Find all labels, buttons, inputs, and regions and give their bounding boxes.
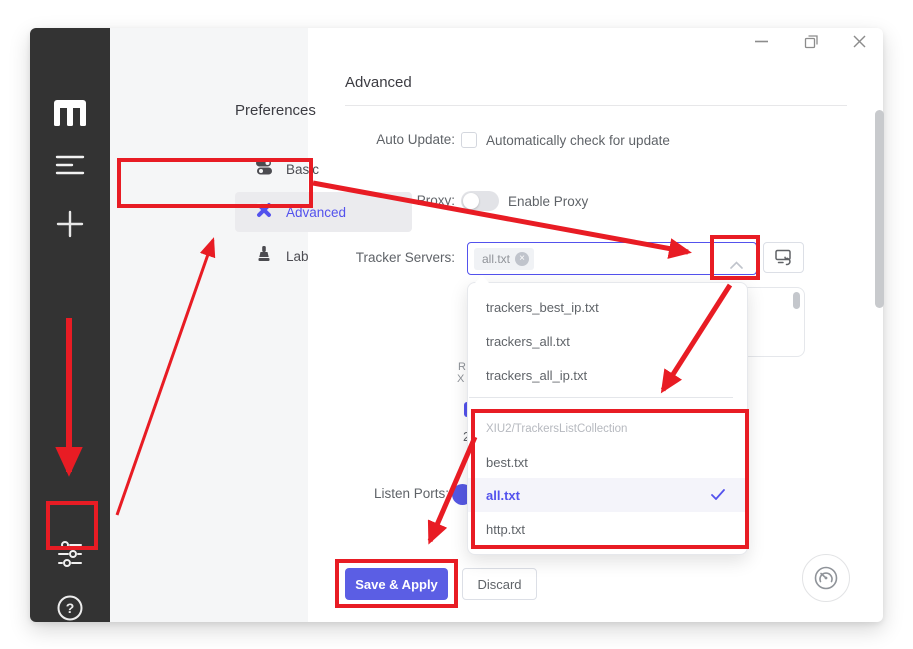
- nav-item-lab[interactable]: Lab: [235, 236, 412, 276]
- preferences-sliders-icon[interactable]: [30, 540, 110, 568]
- nav-item-lab-label: Lab: [286, 248, 309, 264]
- selected-tracker-tag: all.txt ×: [474, 248, 535, 270]
- help-icon[interactable]: ?: [30, 595, 110, 621]
- close-icon[interactable]: [850, 33, 868, 49]
- proxy-toggle[interactable]: [461, 191, 499, 211]
- app-sidebar: ?: [30, 28, 110, 622]
- dropdown-item[interactable]: trackers_all_ip.txt: [468, 358, 747, 392]
- toggle-knob: [463, 193, 479, 209]
- proxy-toggle-label: Enable Proxy: [508, 194, 589, 209]
- sync-trackers-button[interactable]: [763, 242, 804, 273]
- title-divider: [345, 105, 847, 106]
- svg-text:?: ?: [66, 600, 75, 616]
- listen-ports-label: Listen Ports:: [373, 486, 449, 501]
- advanced-tools-icon: [255, 201, 273, 224]
- discard-button[interactable]: Discard: [462, 568, 537, 600]
- window-scrollbar[interactable]: [875, 110, 884, 308]
- tag-remove-icon[interactable]: ×: [515, 252, 530, 266]
- add-task-icon[interactable]: [30, 210, 110, 238]
- preferences-title: Preferences: [235, 102, 316, 119]
- textarea-scrollbar[interactable]: [793, 292, 800, 309]
- occluded-text-line2: X: [457, 373, 465, 385]
- nav-item-basic[interactable]: Basic: [235, 149, 412, 189]
- app-logo-icon: [30, 100, 110, 126]
- dropdown-item[interactable]: trackers_all.txt: [468, 324, 747, 358]
- dropdown-item[interactable]: http.txt: [468, 512, 747, 546]
- selected-tracker-tag-text: all.txt: [482, 252, 511, 266]
- dropdown-caret: [475, 275, 489, 283]
- basic-toggles-icon: [255, 158, 273, 181]
- auto-update-checkbox-label[interactable]: Automatically check for update: [486, 133, 670, 148]
- page-title: Advanced: [345, 74, 412, 91]
- lab-stamp-icon: [255, 245, 273, 268]
- tracker-servers-select[interactable]: all.txt ×: [467, 242, 757, 275]
- dropdown-item[interactable]: best.txt: [468, 445, 747, 479]
- dropdown-item-selected-label: all.txt: [486, 487, 520, 503]
- dropdown-item[interactable]: trackers_best_ip.txt: [468, 290, 747, 324]
- occluded-text-line1: R: [458, 361, 466, 373]
- tracker-dropdown: trackers_best_ip.txt trackers_all.txt tr…: [467, 275, 748, 555]
- task-list-icon[interactable]: [30, 155, 110, 175]
- dropdown-divider: [469, 397, 733, 398]
- chevron-up-icon[interactable]: [730, 256, 743, 274]
- speed-limit-gauge-button[interactable]: [802, 554, 850, 602]
- nav-item-basic-label: Basic: [286, 161, 320, 177]
- auto-update-checkbox[interactable]: [461, 132, 477, 148]
- restore-window-button[interactable]: [802, 33, 820, 49]
- minimize-button[interactable]: [752, 34, 770, 48]
- preferences-panel: Preferences Basic Advanced Lab: [110, 28, 412, 622]
- save-apply-button[interactable]: Save & Apply: [345, 568, 448, 600]
- auto-update-label: Auto Update:: [376, 132, 455, 147]
- nav-item-advanced-label: Advanced: [286, 204, 347, 220]
- checkmark-icon: [711, 488, 725, 503]
- dropdown-item-selected[interactable]: all.txt: [468, 478, 747, 512]
- screenshot-canvas: ? Preferences Basic Advanced Lab Advance…: [0, 0, 913, 649]
- dropdown-group-label: XIU2/TrackersListCollection: [486, 423, 628, 435]
- nav-item-advanced[interactable]: Advanced: [235, 192, 412, 232]
